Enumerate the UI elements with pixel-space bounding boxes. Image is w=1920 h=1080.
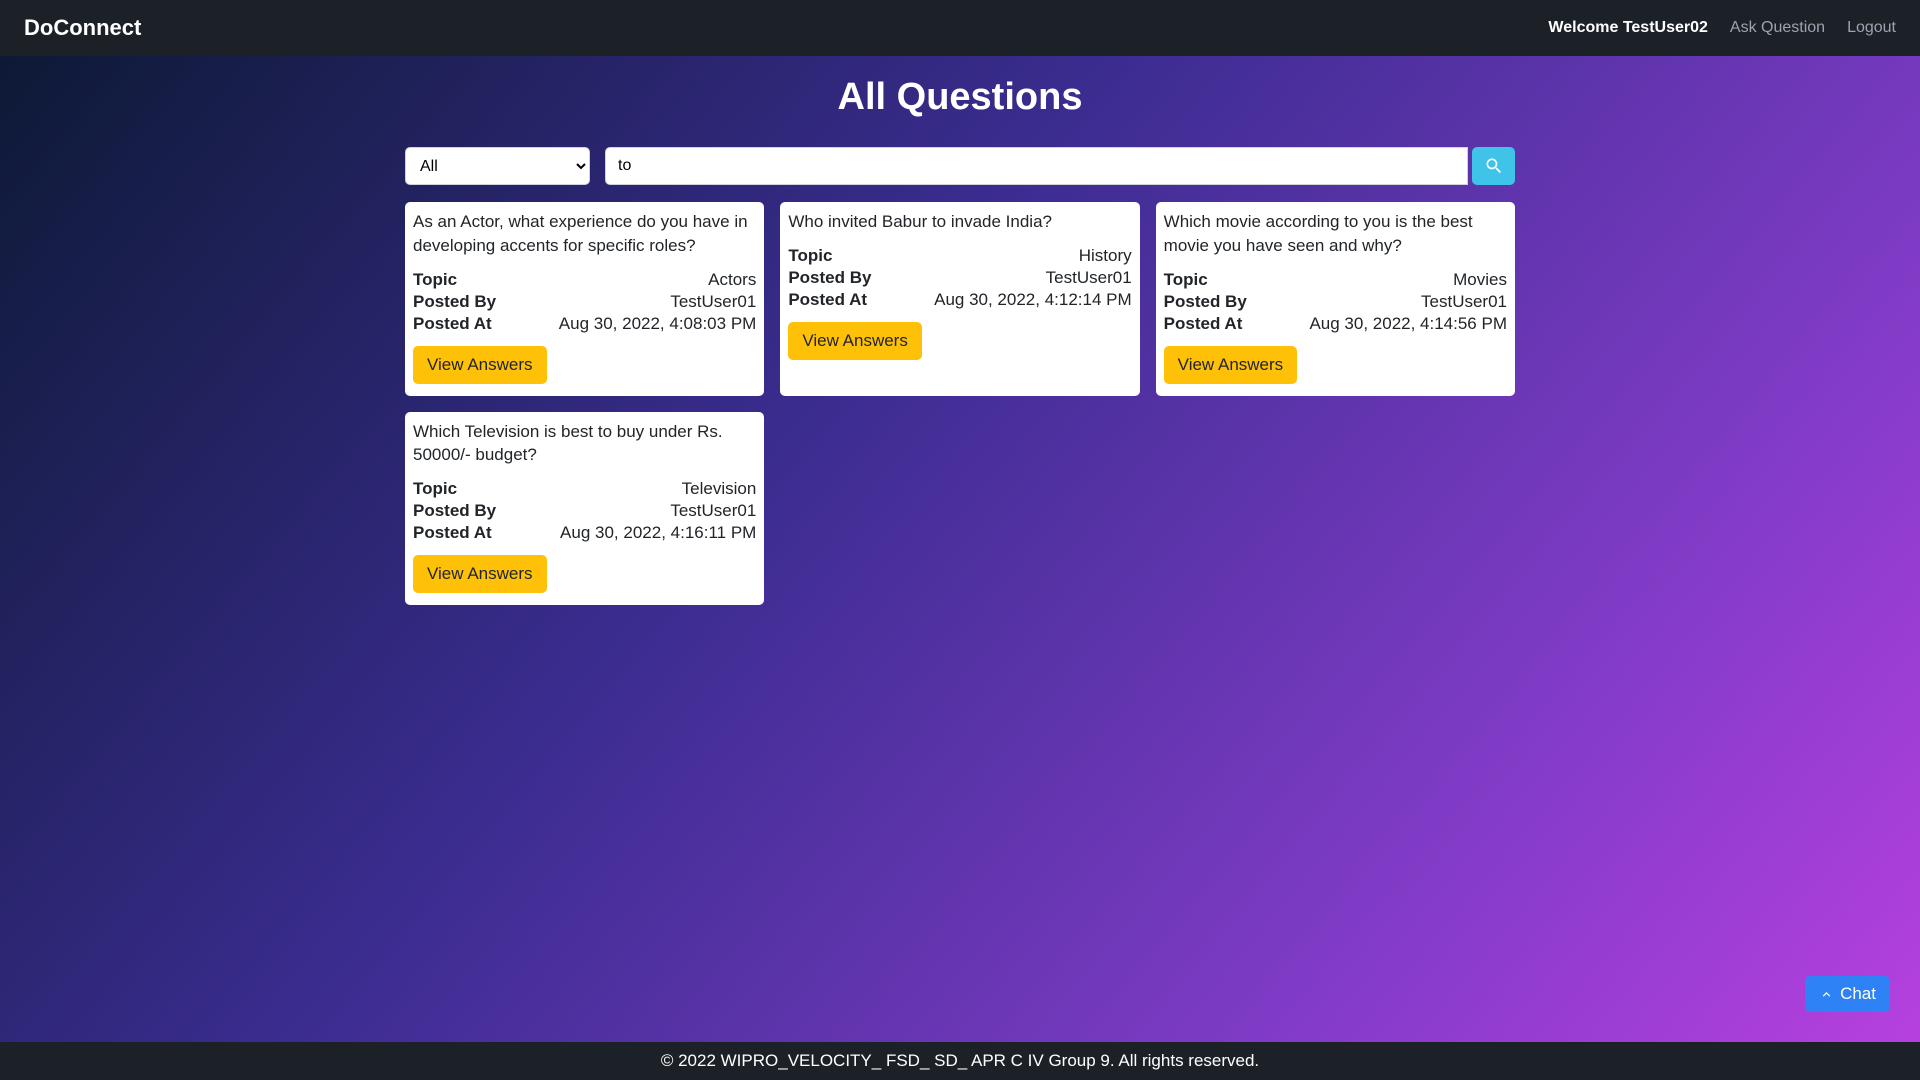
navbar: DoConnect Welcome TestUser02 Ask Questio… <box>0 0 1920 56</box>
question-card: Which movie according to you is the best… <box>1156 202 1515 396</box>
view-answers-button[interactable]: View Answers <box>1164 346 1298 384</box>
posted-at-value: Aug 30, 2022, 4:16:11 PM <box>560 523 756 543</box>
main-content: All Questions All As an Actor, what expe… <box>0 56 1920 1042</box>
posted-by-label: Posted By <box>413 292 496 312</box>
question-card: Which Television is best to buy under Rs… <box>405 412 764 606</box>
meta-row: Posted At Aug 30, 2022, 4:08:03 PM <box>413 314 756 334</box>
meta-row: Posted By TestUser01 <box>788 268 1131 288</box>
topic-label: Topic <box>1164 270 1208 290</box>
posted-at-label: Posted At <box>413 523 492 543</box>
topic-label: Topic <box>413 270 457 290</box>
meta-row: Posted At Aug 30, 2022, 4:12:14 PM <box>788 290 1131 310</box>
question-text: Which Television is best to buy under Rs… <box>413 420 756 468</box>
container: All As an Actor, what experience do you … <box>288 147 1632 605</box>
nav-right: Welcome TestUser02 Ask Question Logout <box>1548 19 1896 37</box>
question-card: As an Actor, what experience do you have… <box>405 202 764 396</box>
posted-by-value: TestUser01 <box>670 501 756 521</box>
posted-at-value: Aug 30, 2022, 4:12:14 PM <box>934 290 1132 310</box>
view-answers-button[interactable]: View Answers <box>788 322 922 360</box>
search-input[interactable] <box>605 147 1468 185</box>
search-icon <box>1484 156 1504 176</box>
ask-question-link[interactable]: Ask Question <box>1730 19 1825 37</box>
posted-by-label: Posted By <box>1164 292 1247 312</box>
topic-value: History <box>1079 246 1132 266</box>
posted-by-value: TestUser01 <box>1421 292 1507 312</box>
meta-row: Topic Actors <box>413 270 756 290</box>
meta-row: Posted At Aug 30, 2022, 4:14:56 PM <box>1164 314 1507 334</box>
topic-value: Television <box>682 479 757 499</box>
question-text: Which movie according to you is the best… <box>1164 210 1507 258</box>
question-card: Who invited Babur to invade India? Topic… <box>780 202 1139 396</box>
question-text: As an Actor, what experience do you have… <box>413 210 756 258</box>
meta-row: Posted By TestUser01 <box>413 292 756 312</box>
meta-row: Topic Television <box>413 479 756 499</box>
topic-value: Actors <box>708 270 756 290</box>
chat-label: Chat <box>1840 984 1876 1004</box>
chevron-up-icon <box>1819 987 1834 1002</box>
filter-select[interactable]: All <box>405 147 590 185</box>
posted-by-label: Posted By <box>413 501 496 521</box>
brand-logo[interactable]: DoConnect <box>24 15 141 41</box>
topic-label: Topic <box>413 479 457 499</box>
search-wrapper <box>605 147 1515 185</box>
posted-at-label: Posted At <box>788 290 867 310</box>
meta-row: Posted By TestUser01 <box>1164 292 1507 312</box>
view-answers-button[interactable]: View Answers <box>413 346 547 384</box>
meta-row: Posted At Aug 30, 2022, 4:16:11 PM <box>413 523 756 543</box>
posted-at-label: Posted At <box>1164 314 1243 334</box>
page-title: All Questions <box>0 76 1920 119</box>
posted-at-value: Aug 30, 2022, 4:14:56 PM <box>1309 314 1507 334</box>
question-text: Who invited Babur to invade India? <box>788 210 1131 234</box>
meta-row: Topic Movies <box>1164 270 1507 290</box>
logout-link[interactable]: Logout <box>1847 19 1896 37</box>
meta-row: Topic History <box>788 246 1131 266</box>
footer: © 2022 WIPRO_VELOCITY_ FSD_ SD_ APR C IV… <box>0 1042 1920 1080</box>
chat-button[interactable]: Chat <box>1805 976 1890 1012</box>
posted-by-value: TestUser01 <box>670 292 756 312</box>
welcome-text: Welcome TestUser02 <box>1548 19 1707 37</box>
cards-grid: As an Actor, what experience do you have… <box>405 202 1515 605</box>
view-answers-button[interactable]: View Answers <box>413 555 547 593</box>
topic-value: Movies <box>1453 270 1507 290</box>
topic-label: Topic <box>788 246 832 266</box>
posted-by-value: TestUser01 <box>1046 268 1132 288</box>
meta-row: Posted By TestUser01 <box>413 501 756 521</box>
posted-by-label: Posted By <box>788 268 871 288</box>
posted-at-value: Aug 30, 2022, 4:08:03 PM <box>559 314 757 334</box>
posted-at-label: Posted At <box>413 314 492 334</box>
search-row: All <box>405 147 1515 185</box>
footer-text: © 2022 WIPRO_VELOCITY_ FSD_ SD_ APR C IV… <box>661 1051 1259 1070</box>
search-button[interactable] <box>1472 147 1515 185</box>
